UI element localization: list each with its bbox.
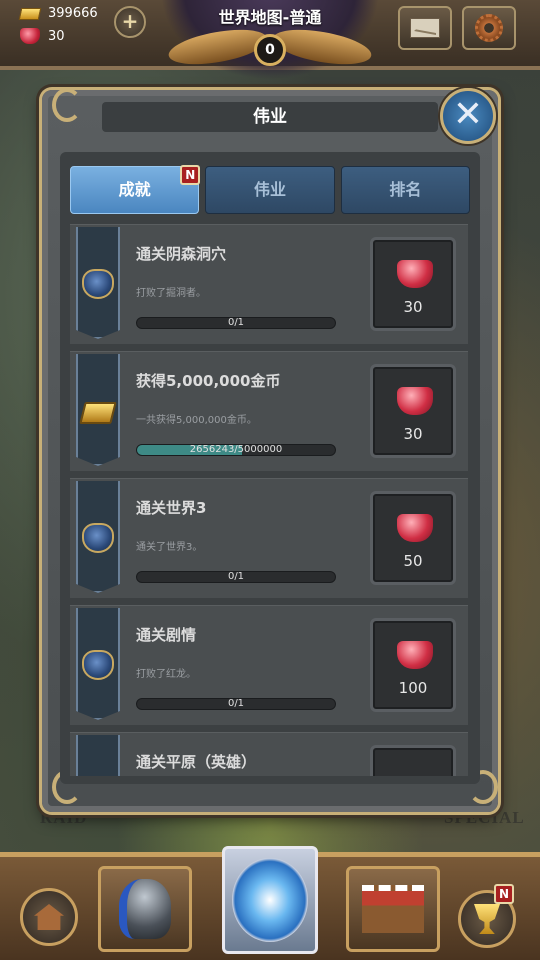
trophy-icon [474,904,500,934]
close-button[interactable]: ✕ [440,88,496,144]
achievement-desc: 打败了红龙。 [136,669,196,680]
progress-bar: 0/1 [136,571,336,583]
top-bar: 399666 30 + 世界地图-普通 0 [0,0,540,80]
progress-text: 0/1 [227,571,245,582]
world-counter-badge: 0 [254,34,286,66]
home-button[interactable] [20,888,78,946]
ruby-gem-icon [397,387,433,415]
achievement-title: 通关剧情 [136,626,197,644]
achievement-row: 通关世界3 通关了世界3。 0/1 50 [70,478,468,598]
achievement-desc: 一共获得5,000,000金币。 [136,415,257,426]
tab-ranking[interactable]: 排名 [340,166,470,214]
achievement-list[interactable]: 通关阴森洞穴 打败了掘洞者。 0/1 30 获得5,000,000金币 一共获得… [70,224,468,776]
portal-icon [232,858,308,942]
tab-label: 成就 [118,180,151,199]
progress-text: 0/1 [227,698,245,709]
tab-label: 排名 [389,180,422,199]
progress-bar: 2656243/5000000 [136,444,336,456]
progress-bar: 0/1 [136,317,336,329]
achievement-row: 通关阴森洞穴 打败了掘洞者。 0/1 30 [70,224,468,344]
reward-box[interactable]: 30 [370,364,456,458]
tab-feats[interactable]: 伟业 [205,166,335,214]
new-badge: N [494,884,514,904]
reward-box[interactable]: 50 [370,491,456,585]
gold-bars-icon [79,402,117,424]
progress-bar: 0/1 [136,698,336,710]
reward-box[interactable] [370,745,456,776]
heroes-button[interactable] [98,866,192,952]
shop-icon [362,885,424,933]
achievement-title: 通关阴森洞穴 [136,245,227,263]
reward-box[interactable]: 100 [370,618,456,712]
gem-counter: 30 [20,28,65,44]
achievement-title: 通关平原（英雄） [136,753,257,771]
achievement-desc: 通关了世界3。 [136,542,203,553]
shield-crest-icon [82,523,114,553]
progress-text: 0/1 [227,317,245,328]
reward-amount: 30 [403,425,423,443]
achievement-row: 通关剧情 打败了红龙。 0/1 100 [70,605,468,725]
ruby-gem-icon [397,641,433,669]
modal-title: 伟业 [102,102,438,132]
reward-box[interactable]: 30 [370,237,456,331]
gear-icon [475,14,503,42]
home-icon [34,904,64,930]
tab-achievements[interactable]: 成就 N [70,165,201,214]
tab-bar: 成就 N 伟业 排名 [70,165,470,214]
new-badge: N [180,165,201,185]
achievement-banner [76,735,120,776]
tab-label: 伟业 [253,180,286,199]
shop-button[interactable] [346,866,440,952]
achievement-title: 通关世界3 [136,499,207,517]
world-map-title[interactable]: 世界地图-普通 [0,4,540,28]
achievement-row: 获得5,000,000金币 一共获得5,000,000金币。 2656243/5… [70,351,468,471]
shield-crest-icon [82,269,114,299]
reward-amount: 100 [398,679,428,697]
progress-text: 2656243/5000000 [189,444,283,455]
gem-value: 30 [48,28,65,44]
ruby-gem-icon [397,260,433,288]
reward-amount: 30 [403,298,423,316]
reward-amount: 50 [403,552,423,570]
shield-crest-icon [82,650,114,680]
settings-button[interactable] [462,6,516,50]
portal-button[interactable] [222,846,318,954]
scroll-ornament-icon [52,88,82,122]
mail-icon [410,18,440,38]
achievement-desc: 打败了掘洞者。 [136,288,206,299]
ruby-gem-icon [20,28,40,44]
achievement-title: 获得5,000,000金币 [136,372,281,390]
achievement-row: 通关平原（英雄） [70,732,468,776]
hero-helmet-icon [119,879,171,939]
mail-button[interactable] [398,6,452,50]
ruby-gem-icon [397,514,433,542]
